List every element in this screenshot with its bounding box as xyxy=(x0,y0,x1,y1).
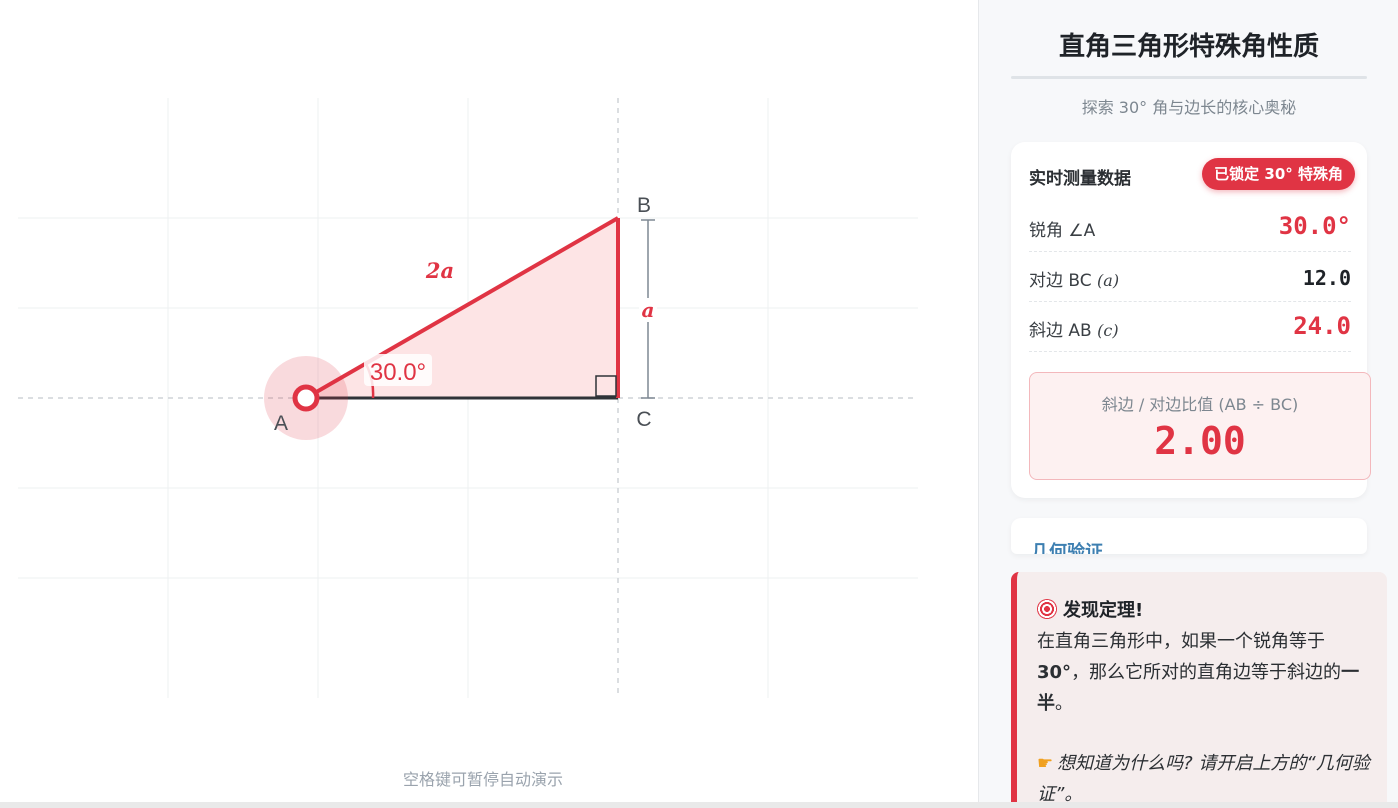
proof-toggle-card[interactable]: 几何验证 xyxy=(1011,518,1367,554)
hypotenuse-row: 斜边 AB (c) 24.0 xyxy=(1029,302,1351,352)
panel-subtitle: 探索 30° 角与边长的核心奥秘 xyxy=(1081,98,1297,117)
vertex-label-c: C xyxy=(636,408,651,431)
triangle-diagram: A B C 2a a 30.0° xyxy=(18,98,918,698)
vertex-label-b: B xyxy=(637,194,651,217)
theorem-heading: 发现定理! xyxy=(1037,596,1143,622)
info-panel: 直角三角形特殊角性质 探索 30° 角与边长的核心奥秘 实时测量数据 已锁定 3… xyxy=(978,0,1398,808)
ratio-box: 斜边 / 对边比值 (AB ÷ BC) 2.00 xyxy=(1029,372,1371,480)
panel-title: 直角三角形特殊角性质 xyxy=(1058,32,1319,62)
theorem-body: 在直角三角形中，如果一个锐角等于30°，那么它所对的直角边等于斜边的一半。 xyxy=(1037,631,1360,714)
keyboard-hint: 空格键可暂停自动演示 xyxy=(402,770,563,789)
opposite-row-label: 对边 BC (a) xyxy=(1029,271,1120,291)
title-divider xyxy=(1011,76,1367,79)
vertex-label-a: A xyxy=(274,412,288,435)
opposite-label: a xyxy=(642,298,655,322)
angle-row-label: 锐角 ∠A xyxy=(1029,221,1096,241)
target-icon xyxy=(1037,599,1057,619)
bottom-edge xyxy=(0,802,1398,808)
measurement-card: 实时测量数据 已锁定 30° 特殊角 锐角 ∠A 30.0° 对边 BC (a)… xyxy=(1011,142,1371,498)
theorem-note: 发现定理! 在直角三角形中，如果一个锐角等于30°，那么它所对的直角边等于斜边的… xyxy=(1011,572,1387,808)
angle-value-label: 30.0° xyxy=(370,359,426,386)
theorem-tip: ☛ 想知道为什么吗? 请开启上方的“几何验证”。 xyxy=(1037,753,1370,805)
pointing-hand-icon: ☛ xyxy=(1037,753,1054,774)
geometry-canvas[interactable]: A B C 2a a 30.0° 空格键可暂停自动演示 xyxy=(0,0,978,808)
proof-heading[interactable]: 几何验证 xyxy=(1031,538,1103,554)
angle-row: 锐角 ∠A 30.0° xyxy=(1029,202,1351,252)
hypotenuse-row-label: 斜边 AB (c) xyxy=(1029,321,1119,341)
hypotenuse-label: 2a xyxy=(425,258,454,283)
measurement-heading: 实时测量数据 xyxy=(1029,169,1131,189)
opposite-row: 对边 BC (a) 12.0 xyxy=(1029,252,1351,302)
ratio-value: 2.00 xyxy=(1154,419,1246,463)
drag-handle-a[interactable] xyxy=(292,384,320,412)
hypotenuse-row-value: 24.0 xyxy=(1293,312,1351,340)
opposite-row-value: 12.0 xyxy=(1302,266,1351,290)
angle-row-value: 30.0° xyxy=(1278,212,1351,240)
ratio-label: 斜边 / 对边比值 (AB ÷ BC) xyxy=(1101,395,1299,414)
locked-angle-badge: 已锁定 30° 特殊角 xyxy=(1202,158,1355,190)
